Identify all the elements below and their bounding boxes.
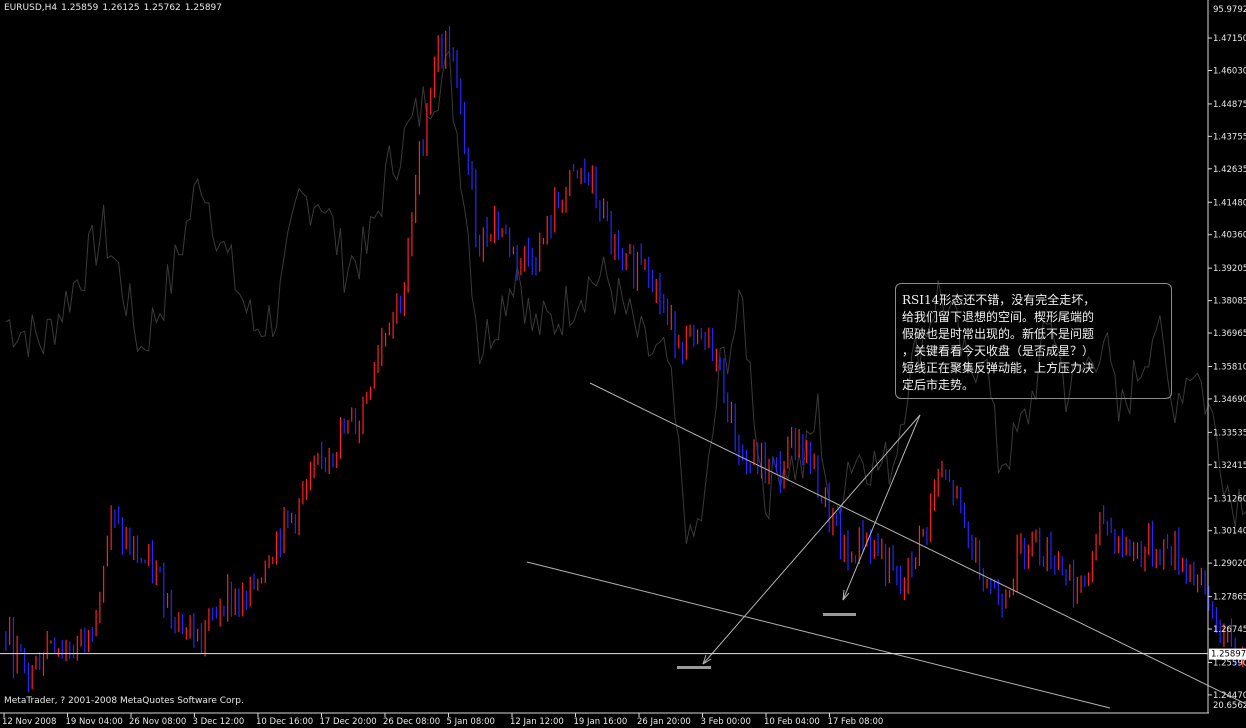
price-tick-label: 1.40360 — [1213, 231, 1246, 241]
analysis-note[interactable]: RSI14形态还不错，没有完全走坏， 给我们留下退想的空间。楔形尾端的 假破也是… — [895, 283, 1172, 399]
time-tick-label: 19 Nov 04:00 — [66, 717, 123, 727]
note-line: 定后市走势。 — [902, 378, 975, 392]
time-tick-label: 12 Nov 2008 — [2, 717, 56, 727]
price-tick-label: 1.30140 — [1213, 527, 1246, 537]
time-tick-label: 19 Jan 16:00 — [574, 717, 628, 727]
time-tick-label: 26 Jan 20:00 — [637, 717, 691, 727]
price-tick-label: 1.35810 — [1213, 362, 1246, 372]
note-line: ，关键看看今天收盘（是否成星？） — [902, 344, 1095, 358]
price-tick-label: 1.41480 — [1213, 198, 1246, 208]
price-tick-label: 1.42635 — [1213, 165, 1246, 175]
price-tick-label: 1.25590 — [1213, 658, 1246, 668]
chart-window[interactable]: 1.47150 1.46030 1.44875 1.43755 1.42635 1.414… — [0, 0, 1246, 728]
chart-header: EURUSD,H4 1.25859 1.26125 1.25762 1.25897 — [4, 3, 226, 13]
price-tick-label: 1.26745 — [1213, 625, 1246, 635]
price-tick-label: 1.38085 — [1213, 297, 1246, 307]
time-tick-label: 26 Nov 08:00 — [129, 717, 186, 727]
time-tick-label: 26 Dec 08:00 — [383, 717, 440, 727]
price-tick-label: 1.29020 — [1213, 559, 1246, 569]
note-line: 给我们留下退想的空间。楔形尾端的 — [902, 310, 1095, 324]
price-tick-label: 1.32415 — [1213, 461, 1246, 471]
copyright-text: MetaTrader, ? 2001-2008 MetaQuotes Softw… — [4, 696, 244, 706]
current-price-label: 1.25897 — [1211, 650, 1246, 660]
price-tick-label: 1.33535 — [1213, 428, 1246, 438]
time-tick-label: 12 Jan 12:00 — [510, 717, 564, 727]
time-tick-label: 3 Feb 00:00 — [701, 717, 751, 727]
note-line: 假破也是时常出现的。新低不是问题 — [902, 327, 1095, 341]
price-tick-label: 1.39205 — [1213, 264, 1246, 274]
note-line: RSI14形态还不错，没有完全走坏， — [902, 293, 1096, 307]
note-line: 短线正在聚集反弹动能，上方压力决 — [902, 361, 1095, 375]
low-value: 1.25762 — [143, 3, 181, 13]
time-tick-label: 17 Dec 20:00 — [320, 717, 377, 727]
indicator-max-label: 95.9792 — [1213, 5, 1246, 15]
time-tick-label: 5 Jan 08:00 — [447, 717, 495, 727]
price-tick-label: 1.43755 — [1213, 132, 1246, 142]
time-tick-label: 10 Dec 16:00 — [256, 717, 313, 727]
prior-low-marker[interactable] — [677, 666, 711, 669]
time-tick-label: 10 Feb 04:00 — [764, 717, 820, 727]
price-tick-label: 1.27865 — [1213, 593, 1246, 603]
price-tick-label: 1.34690 — [1213, 395, 1246, 405]
indicator-min-label: 20.6562 — [1213, 701, 1246, 711]
high-value: 1.26125 — [102, 3, 140, 13]
time-tick-label: 17 Feb 08:00 — [828, 717, 884, 727]
price-tick-label: 1.31260 — [1213, 494, 1246, 504]
close-value: 1.25897 — [184, 3, 222, 13]
price-tick-label: 1.46030 — [1213, 66, 1246, 76]
open-value: 1.25859 — [61, 3, 99, 13]
time-tick-label: 3 Dec 12:00 — [193, 717, 245, 727]
price-tick-label: 1.24470 — [1213, 691, 1246, 701]
price-tick-label: 1.47150 — [1213, 34, 1246, 44]
recent-low-marker[interactable] — [823, 613, 856, 616]
symbol-label: EURUSD,H4 — [4, 3, 58, 13]
price-tick-label: 1.36965 — [1213, 329, 1246, 339]
price-tick-label: 1.44875 — [1213, 100, 1246, 110]
